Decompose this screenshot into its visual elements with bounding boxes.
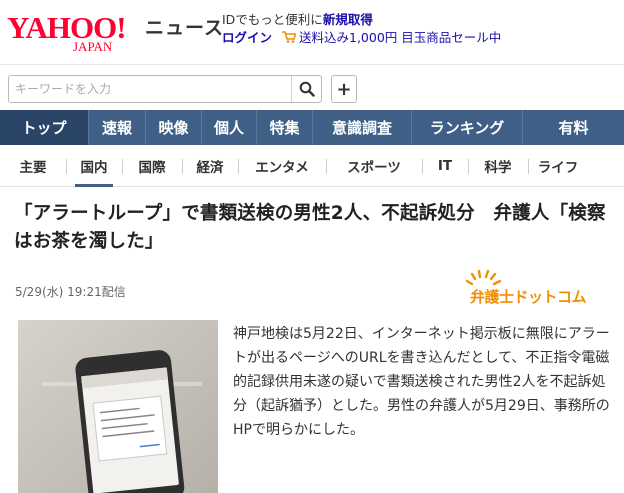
add-button[interactable]: +: [331, 75, 357, 103]
search-button[interactable]: [291, 76, 321, 102]
primary-nav: トップ 速報 映像 個人 特集 意識調査 ランキング 有料: [0, 110, 624, 145]
signup-link[interactable]: 新規取得: [323, 12, 373, 27]
search-bar: +: [0, 64, 624, 110]
service-title[interactable]: ニュース: [145, 17, 224, 39]
header: YAHOO! JAPAN ニュース IDでもっと便利に新規取得 ログイン 送料込…: [0, 0, 624, 64]
category-nav: 主要 国内 国際 経済 エンタメ スポーツ IT 科学 ライフ: [0, 145, 624, 187]
promo-links: IDでもっと便利に新規取得 ログイン 送料込み1,000円 目玉商品セール中: [222, 11, 501, 47]
nav-tab-video[interactable]: 映像: [145, 110, 201, 145]
source-logo[interactable]: 弁護士ドットコム: [452, 268, 612, 312]
nav-tab-ranking[interactable]: ランキング: [411, 110, 522, 145]
search-input[interactable]: [9, 76, 291, 102]
search-box: [8, 75, 322, 103]
article-date: 5/29(水) 19:21配信: [15, 285, 126, 299]
category-tab-main[interactable]: 主要: [0, 145, 66, 187]
article-body: 神戸地検は5月22日、インターネット掲示板に無限にアラートが出るページへのURL…: [233, 326, 610, 438]
login-link[interactable]: ログイン: [222, 30, 272, 45]
category-tab-domestic[interactable]: 国内: [66, 145, 122, 187]
plus-icon: +: [336, 78, 352, 100]
category-tab-life[interactable]: ライフ: [528, 145, 588, 187]
nav-tab-personal[interactable]: 個人: [201, 110, 256, 145]
category-tab-entertainment[interactable]: エンタメ: [238, 145, 326, 187]
logo-sub-text: JAPAN: [73, 39, 113, 54]
promo-text: IDでもっと便利に: [222, 12, 323, 27]
cart-icon: [282, 31, 296, 43]
category-tab-it[interactable]: IT: [422, 145, 468, 187]
category-tab-science[interactable]: 科学: [468, 145, 528, 187]
nav-tab-feature[interactable]: 特集: [256, 110, 312, 145]
smartphone-photo: [18, 320, 218, 493]
category-tab-economy[interactable]: 経済: [182, 145, 238, 187]
nav-tab-survey[interactable]: 意識調査: [312, 110, 411, 145]
article-title: 「アラートループ」で書類送検の男性2人、不起訴処分 弁護人「検察はお茶を濁した」: [14, 203, 606, 252]
sale-link[interactable]: 送料込み1,000円 目玉商品セール中: [299, 30, 501, 45]
nav-tab-paid[interactable]: 有料: [522, 110, 624, 145]
category-tab-sports[interactable]: スポーツ: [326, 145, 422, 187]
article-photo[interactable]: [18, 320, 218, 493]
nav-tab-breaking[interactable]: 速報: [88, 110, 145, 145]
category-tab-world[interactable]: 国際: [122, 145, 182, 187]
source-name: 弁護士ドットコム: [470, 288, 587, 306]
search-icon: [299, 81, 315, 97]
nav-tab-top[interactable]: トップ: [0, 110, 88, 145]
yahoo-logo[interactable]: YAHOO! JAPAN: [7, 12, 142, 58]
